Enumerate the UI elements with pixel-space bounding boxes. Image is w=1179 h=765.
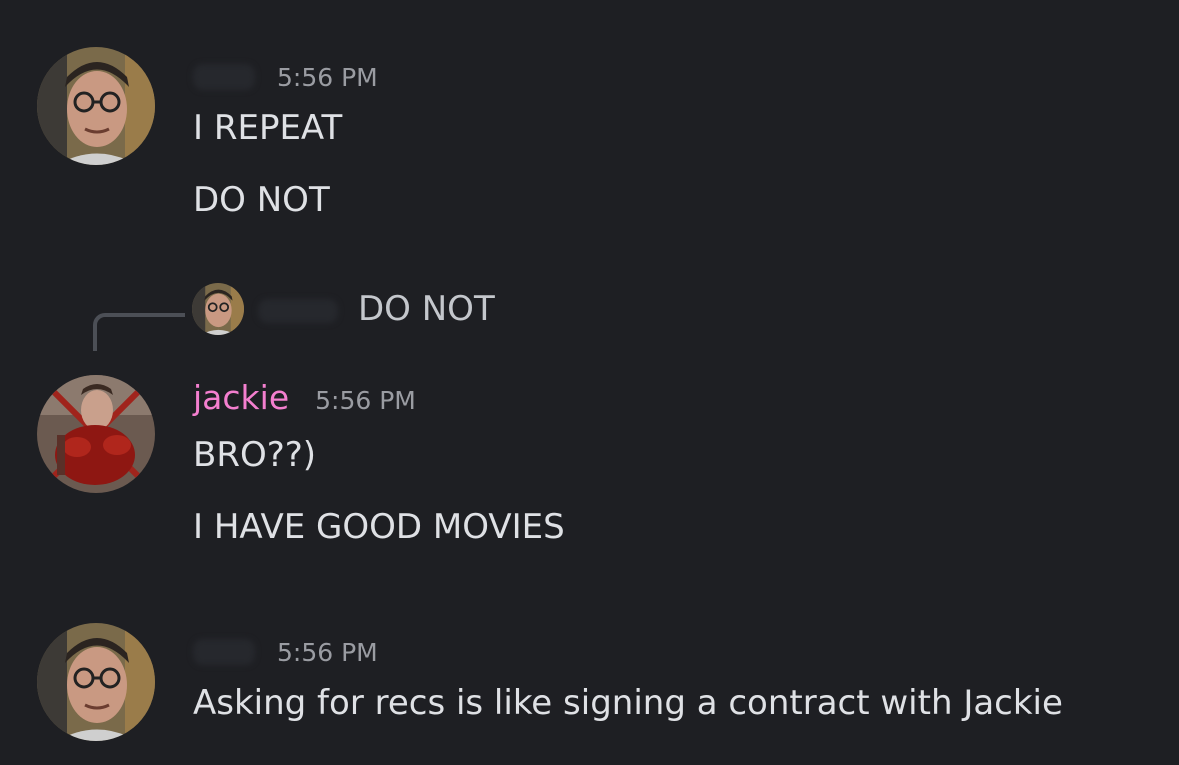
reply-preview-text[interactable]: DO NOT — [358, 292, 495, 326]
message-timestamp: 5:56 PM — [315, 386, 416, 415]
message-text: DO NOT — [193, 180, 330, 220]
reply-avatar[interactable] — [192, 283, 244, 335]
message-text: I REPEAT — [193, 108, 343, 148]
man-with-glasses-avatar-icon — [37, 623, 155, 741]
reply-connector-line — [93, 313, 185, 351]
message-text: Asking for recs is like signing a contra… — [193, 683, 1063, 723]
message-header: 5:56 PM — [193, 635, 378, 665]
reply-author-redacted[interactable] — [258, 299, 338, 323]
user-avatar[interactable] — [37, 623, 155, 741]
chat-messages: 5:56 PM I REPEAT DO NOT DO NOT jackie 5:… — [0, 0, 1179, 765]
user-avatar[interactable] — [37, 47, 155, 165]
man-with-glasses-avatar-icon — [192, 283, 244, 335]
bloody-figure-avatar-icon — [37, 375, 155, 493]
author-name-redacted[interactable] — [193, 64, 255, 90]
message-text: BRO??) — [193, 435, 317, 475]
author-name-redacted[interactable] — [193, 639, 255, 665]
message-timestamp: 5:56 PM — [277, 638, 378, 667]
author-name[interactable]: jackie — [193, 381, 289, 414]
message-text: I HAVE GOOD MOVIES — [193, 507, 565, 547]
message-timestamp: 5:56 PM — [277, 63, 378, 92]
jackie-avatar[interactable] — [37, 375, 155, 493]
message-header: 5:56 PM — [193, 60, 378, 90]
message-header: jackie 5:56 PM — [193, 381, 416, 414]
man-with-glasses-avatar-icon — [37, 47, 155, 165]
